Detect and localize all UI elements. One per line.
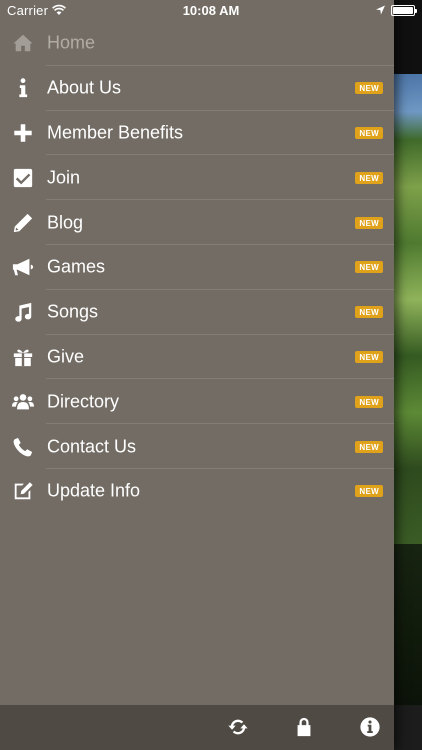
background-lawn xyxy=(394,544,422,705)
menu-item-update-info[interactable]: Update Info NEW xyxy=(0,469,394,514)
menu-item-label: Directory xyxy=(47,391,120,412)
menu-item-label: Blog xyxy=(47,212,84,233)
new-badge: NEW xyxy=(355,216,383,229)
refresh-icon[interactable] xyxy=(227,716,249,738)
users-icon xyxy=(11,390,35,414)
menu-item-games[interactable]: Games NEW xyxy=(0,245,394,290)
new-badge: NEW xyxy=(355,485,383,498)
pencil-icon xyxy=(11,211,35,235)
side-drawer: Home About Us NEW Member Benefits NEW Jo… xyxy=(0,0,394,750)
lock-icon[interactable] xyxy=(293,716,315,738)
menu-item-blog[interactable]: Blog NEW xyxy=(0,200,394,245)
new-badge: NEW xyxy=(355,261,383,274)
info-circle-icon[interactable] xyxy=(359,716,381,738)
menu-item-songs[interactable]: Songs NEW xyxy=(0,290,394,335)
megaphone-icon xyxy=(11,255,35,279)
menu-item-join[interactable]: Join NEW xyxy=(0,155,394,201)
menu-item-home[interactable]: Home xyxy=(0,21,394,66)
new-badge: NEW xyxy=(355,306,383,319)
side-menu: Home About Us NEW Member Benefits NEW Jo… xyxy=(0,21,394,514)
new-badge: NEW xyxy=(355,440,383,453)
music-note-icon xyxy=(11,300,35,324)
menu-item-label: Songs xyxy=(47,301,99,322)
plus-icon xyxy=(11,121,35,145)
background-photo xyxy=(394,74,422,544)
menu-item-label: Give xyxy=(47,346,85,367)
background-screen-peek xyxy=(394,0,422,750)
menu-item-label: About Us xyxy=(47,77,122,98)
location-arrow-icon xyxy=(376,5,385,15)
gift-icon xyxy=(11,345,35,369)
home-icon xyxy=(11,31,35,55)
menu-item-give[interactable]: Give NEW xyxy=(0,335,394,380)
menu-item-label: Member Benefits xyxy=(47,122,184,143)
menu-item-member-benefits[interactable]: Member Benefits NEW xyxy=(0,111,394,156)
new-badge: NEW xyxy=(355,126,383,139)
menu-item-label: Contact Us xyxy=(47,436,137,457)
battery-icon xyxy=(391,5,417,16)
info-icon xyxy=(11,76,35,100)
bottom-toolbar xyxy=(0,705,394,750)
checkbox-icon xyxy=(11,166,35,190)
menu-item-about-us[interactable]: About Us NEW xyxy=(0,66,394,111)
edit-icon xyxy=(11,479,35,503)
menu-item-directory[interactable]: Directory NEW xyxy=(0,379,394,425)
menu-item-label: Games xyxy=(47,256,106,277)
new-badge: NEW xyxy=(355,171,383,184)
new-badge: NEW xyxy=(355,395,383,408)
background-toolbar xyxy=(394,705,422,750)
clock: 10:08 AM xyxy=(182,3,240,18)
menu-item-label: Home xyxy=(47,32,96,53)
status-bar: Carrier 10:08 AM xyxy=(0,0,422,22)
phone-icon xyxy=(11,435,35,459)
new-badge: NEW xyxy=(355,82,383,95)
menu-item-label: Join xyxy=(47,167,81,188)
menu-item-label: Update Info xyxy=(47,480,141,501)
new-badge: NEW xyxy=(355,350,383,363)
menu-item-contact-us[interactable]: Contact Us NEW xyxy=(0,424,394,469)
